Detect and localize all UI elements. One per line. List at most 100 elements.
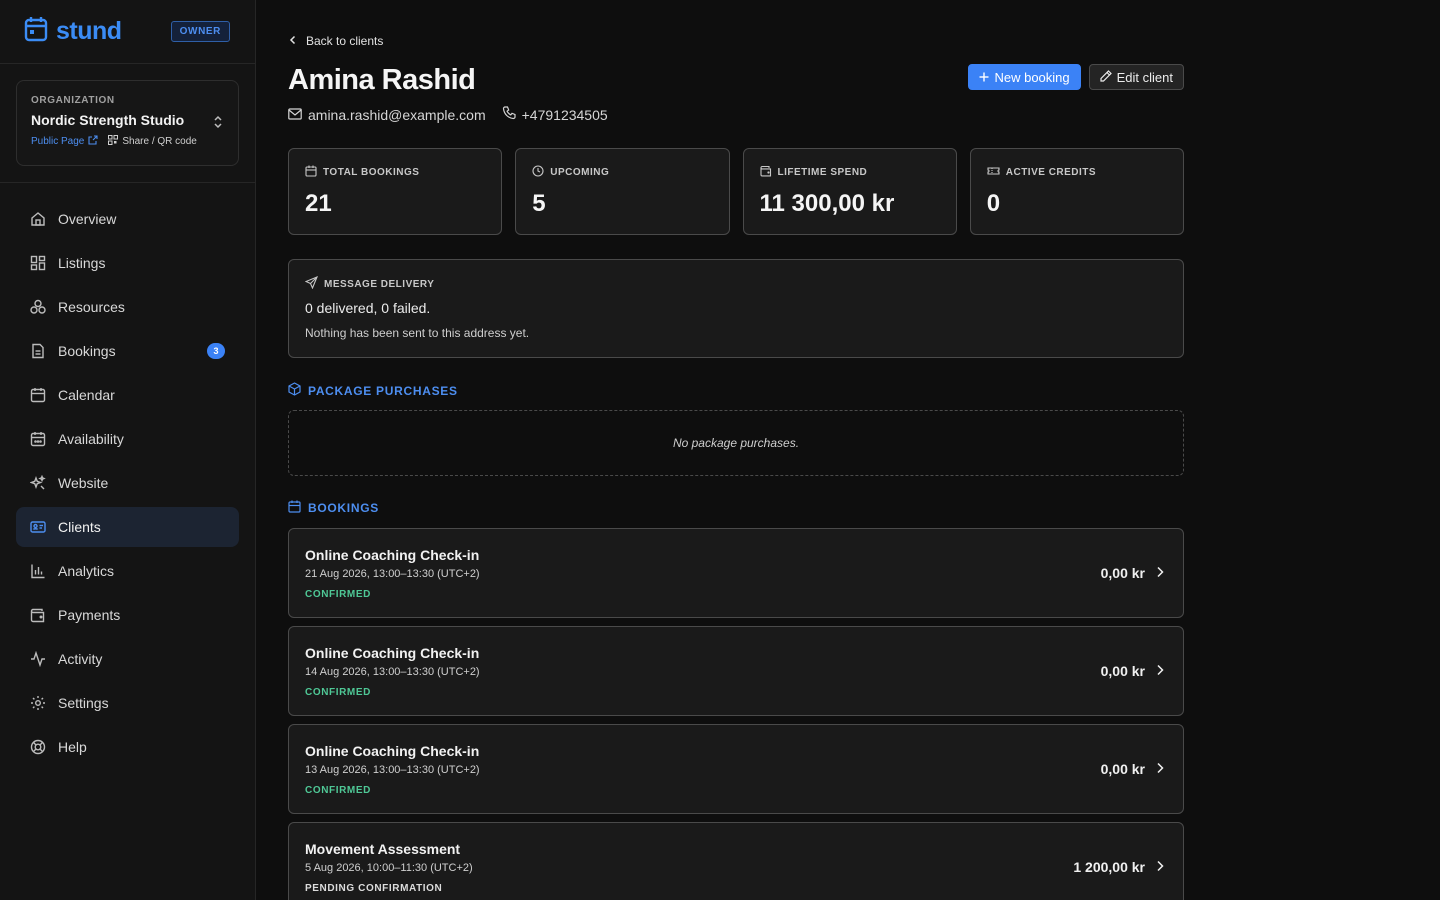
brand-logo[interactable]: stund xyxy=(24,16,122,47)
delivery-note: Nothing has been sent to this address ye… xyxy=(305,326,530,340)
calendar-icon xyxy=(288,500,301,516)
sidebar-item-label: Bookings xyxy=(58,343,116,359)
chevron-right-icon xyxy=(1155,859,1165,875)
sidebar-item-label: Help xyxy=(58,739,87,755)
edit-client-button[interactable]: Edit client xyxy=(1088,64,1184,90)
sidebar-item-availability[interactable]: Availability xyxy=(16,419,239,459)
stats-row: TOTAL BOOKINGS 21 UPCOMING 5 LIFETIME SP… xyxy=(288,148,1184,235)
calendar-icon xyxy=(305,165,317,180)
grid-icon xyxy=(30,255,46,271)
calendar-icon xyxy=(30,387,46,403)
edit-client-label: Edit client xyxy=(1116,69,1173,85)
calendar-logo-icon xyxy=(24,16,48,47)
new-booking-label: New booking xyxy=(994,69,1070,85)
booking-date: 14 Aug 2026, 13:00–13:30 (UTC+2) xyxy=(305,666,480,678)
booking-date: 13 Aug 2026, 13:00–13:30 (UTC+2) xyxy=(305,764,480,776)
stat-label: TOTAL BOOKINGS xyxy=(323,167,420,178)
chevron-right-icon xyxy=(1155,565,1165,581)
package-icon xyxy=(288,382,301,399)
sidebar-item-label: Availability xyxy=(58,431,124,447)
delivery-summary: 0 delivered, 0 failed. xyxy=(305,300,431,316)
package-purchases-empty: No package purchases. xyxy=(288,410,1184,476)
booking-row[interactable]: Online Coaching Check-in 14 Aug 2026, 13… xyxy=(288,626,1184,716)
booking-status: CONFIRMED xyxy=(305,589,371,600)
chevron-up-down-icon[interactable] xyxy=(212,115,224,134)
booking-title: Online Coaching Check-in xyxy=(305,743,480,759)
sidebar-item-settings[interactable]: Settings xyxy=(16,683,239,723)
share-qr-button[interactable]: Share / QR code xyxy=(108,135,197,148)
bookings-count-badge: 3 xyxy=(207,343,225,359)
sidebar-item-label: Clients xyxy=(58,519,101,535)
client-contact: amina.rashid@example.com +4791234505 xyxy=(288,106,608,123)
booking-title: Online Coaching Check-in xyxy=(305,547,480,563)
sidebar-item-resources[interactable]: Resources xyxy=(16,287,239,327)
booking-title: Movement Assessment xyxy=(305,841,461,857)
stat-upcoming: UPCOMING 5 xyxy=(515,148,730,235)
sidebar-item-help[interactable]: Help xyxy=(16,727,239,767)
booking-row[interactable]: Online Coaching Check-in 13 Aug 2026, 13… xyxy=(288,724,1184,814)
sidebar-item-website[interactable]: Website xyxy=(16,463,239,503)
client-email[interactable]: amina.rashid@example.com xyxy=(288,107,486,123)
sidebar-item-label: Analytics xyxy=(58,563,115,579)
booking-price: 0,00 kr xyxy=(1100,663,1145,679)
sidebar-item-label: Activity xyxy=(58,651,103,667)
organization-name: Nordic Strength Studio xyxy=(31,112,185,128)
booking-title: Online Coaching Check-in xyxy=(305,645,480,661)
public-page-link[interactable]: Public Page xyxy=(31,135,98,148)
sidebar-item-label: Calendar xyxy=(58,387,115,403)
client-email-text: amina.rashid@example.com xyxy=(308,106,486,123)
new-booking-button[interactable]: New booking xyxy=(968,64,1081,90)
client-phone-text: +4791234505 xyxy=(521,106,608,123)
booking-date: 5 Aug 2026, 10:00–11:30 (UTC+2) xyxy=(305,862,473,874)
wallet-icon xyxy=(30,607,46,623)
package-purchases-title: PACKAGE PURCHASES xyxy=(308,383,458,398)
header-actions: New booking Edit client xyxy=(968,64,1184,90)
back-to-clients-link[interactable]: Back to clients xyxy=(288,34,383,48)
bookings-heading: BOOKINGS xyxy=(288,500,379,516)
sidebar-item-analytics[interactable]: Analytics xyxy=(16,551,239,591)
stat-label: ACTIVE CREDITS xyxy=(1005,167,1097,178)
share-qr-label: Share / QR code xyxy=(122,136,197,147)
gear-icon xyxy=(30,695,46,711)
pencil-icon xyxy=(1100,69,1112,85)
mail-icon xyxy=(288,107,302,123)
client-phone[interactable]: +4791234505 xyxy=(502,106,608,123)
bar-chart-icon xyxy=(30,563,46,579)
page-title: Amina Rashid xyxy=(288,64,476,96)
stat-active-credits: ACTIVE CREDITS 0 xyxy=(969,148,1184,235)
sidebar-item-calendar[interactable]: Calendar xyxy=(16,375,239,415)
sidebar-item-bookings[interactable]: Bookings 3 xyxy=(16,331,239,371)
sidebar-item-label: Listings xyxy=(58,255,106,271)
empty-state-text: No package purchases. xyxy=(672,436,800,450)
sidebar-item-label: Payments xyxy=(58,607,121,623)
sidebar-item-label: Settings xyxy=(58,695,109,711)
chevron-right-icon xyxy=(1155,761,1165,777)
wallet-icon xyxy=(759,165,772,180)
organization-caption: ORGANIZATION xyxy=(31,95,115,106)
booking-row[interactable]: Online Coaching Check-in 21 Aug 2026, 13… xyxy=(288,528,1184,618)
qr-code-icon xyxy=(108,135,119,148)
sidebar-item-listings[interactable]: Listings xyxy=(16,243,239,283)
file-icon xyxy=(30,343,46,359)
clock-icon xyxy=(532,165,544,180)
booking-row[interactable]: Movement Assessment 5 Aug 2026, 10:00–11… xyxy=(288,822,1184,900)
sidebar-item-activity[interactable]: Activity xyxy=(16,639,239,679)
bookings-title: BOOKINGS xyxy=(308,501,379,515)
delivery-title: MESSAGE DELIVERY xyxy=(324,278,435,290)
resources-icon xyxy=(30,299,46,315)
booking-date: 21 Aug 2026, 13:00–13:30 (UTC+2) xyxy=(305,568,480,580)
back-link-label: Back to clients xyxy=(306,34,384,48)
organization-switcher[interactable]: ORGANIZATION Nordic Strength Studio Publ… xyxy=(16,80,239,166)
booking-price: 0,00 kr xyxy=(1100,565,1145,581)
stat-label: LIFETIME SPEND xyxy=(777,167,868,178)
role-badge: OWNER xyxy=(170,21,230,42)
bookings-list: Online Coaching Check-in 21 Aug 2026, 13… xyxy=(288,528,1184,900)
sidebar-item-label: Resources xyxy=(58,299,125,315)
sidebar-item-overview[interactable]: Overview xyxy=(16,199,239,239)
sidebar-item-clients[interactable]: Clients xyxy=(16,507,239,547)
lifebuoy-icon xyxy=(30,739,46,755)
sidebar-nav: Overview Listings Resources Bookings 3 C… xyxy=(0,183,255,787)
booking-status: CONFIRMED xyxy=(305,785,371,796)
sidebar: stund OWNER ORGANIZATION Nordic Strength… xyxy=(0,0,256,900)
sidebar-item-payments[interactable]: Payments xyxy=(16,595,239,635)
